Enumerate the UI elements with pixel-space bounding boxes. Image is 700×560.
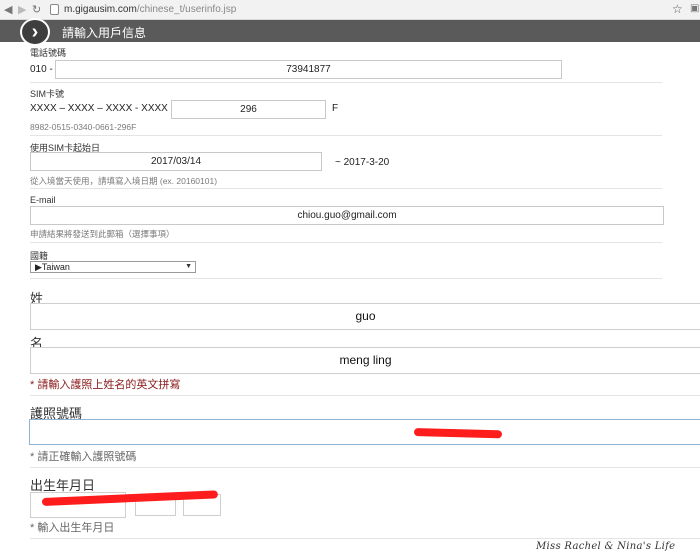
passport-hint: * 請正確輸入護照號碼 xyxy=(30,451,137,463)
reload-icon[interactable]: ↻ xyxy=(32,3,41,16)
given-name-error: * 請輸入護照上姓名的英文拼寫 xyxy=(30,379,181,391)
divider xyxy=(30,538,700,539)
sim-label: SIM卡號 xyxy=(30,89,65,99)
divider xyxy=(30,278,662,279)
phone-prefix: 010 - xyxy=(30,64,53,75)
page-info-icon[interactable] xyxy=(50,4,59,15)
surname-input[interactable]: guo xyxy=(30,303,700,330)
divider xyxy=(30,82,662,83)
phone-label: 電話號碼 xyxy=(30,48,67,58)
start-date-hint: 從入境當天使用，請填寫入境日期 (ex. 20160101) xyxy=(30,176,218,186)
divider xyxy=(30,467,700,468)
back-chevron-icon[interactable]: › xyxy=(20,18,50,46)
browser-address-bar: ◀ ▶ ↻ m.gigausim.com/chinese_t/userinfo.… xyxy=(0,0,700,20)
birthdate-hint: * 輸入出生年月日 xyxy=(30,522,115,534)
sim-hint: 8982-0515-0340-0661-296F xyxy=(30,122,137,132)
passport-input[interactable] xyxy=(29,419,700,445)
divider xyxy=(30,135,662,136)
email-label: E-mail xyxy=(30,195,56,205)
end-date-text: ~ 2017-3-20 xyxy=(335,157,390,168)
dropdown-arrow-icon: ▼ xyxy=(185,263,192,270)
forward-arrow-icon[interactable]: ▶ xyxy=(18,3,26,16)
given-name-input[interactable]: meng ling xyxy=(30,347,700,374)
email-input[interactable]: chiou.guo@gmail.com xyxy=(30,206,664,225)
phone-input[interactable]: 73941877 xyxy=(55,60,562,79)
divider xyxy=(30,242,662,243)
page-header: › 請輸入用戶信息 xyxy=(0,18,700,46)
url-path: /chinese_t/userinfo.jsp xyxy=(136,4,237,15)
sim-prefix: XXXX – XXXX – XXXX - XXXX - xyxy=(30,103,174,114)
sim-suffix: F xyxy=(332,103,339,114)
back-arrow-icon[interactable]: ◀ xyxy=(4,3,12,16)
email-hint: 申請結果將發送到此郵箱（選擇事項） xyxy=(30,229,175,239)
url-field[interactable]: m.gigausim.com/chinese_t/userinfo.jsp xyxy=(64,4,236,15)
nationality-selected: ▶Taiwan xyxy=(35,262,70,272)
watermark: Miss Rachel & Nina's Life xyxy=(536,541,676,552)
divider xyxy=(30,188,662,189)
bookmark-star-icon[interactable]: ☆ xyxy=(672,2,683,16)
sim-input[interactable]: 296 xyxy=(171,100,326,119)
url-domain: m.gigausim.com xyxy=(64,4,137,15)
extension-icon[interactable]: ▣ xyxy=(690,3,699,14)
nationality-select[interactable]: ▶Taiwan ▼ xyxy=(30,261,196,273)
page-title: 請輸入用戶信息 xyxy=(62,26,147,40)
start-date-input[interactable]: 2017/03/14 xyxy=(30,152,322,171)
divider xyxy=(30,395,700,396)
